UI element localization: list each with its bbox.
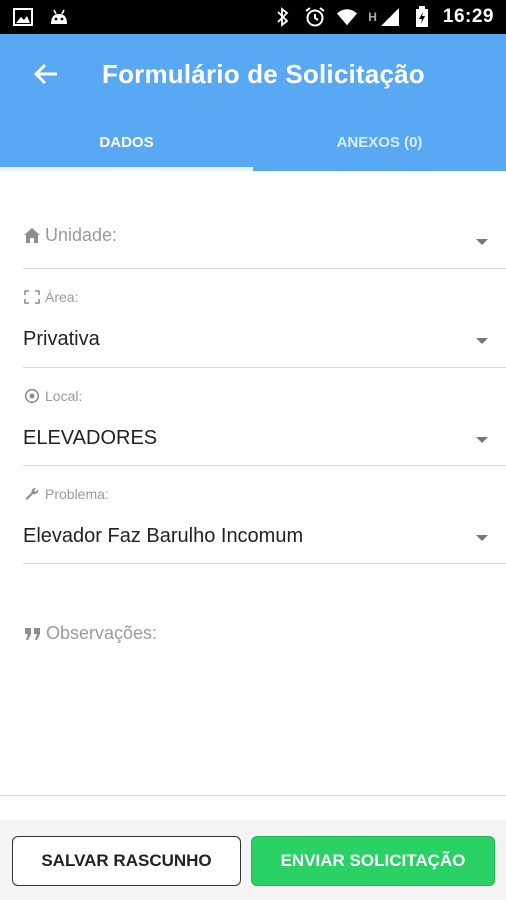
chevron-down-icon bbox=[476, 239, 488, 245]
app-bar: Formulário de Solicitação DADOS ANEXOS (… bbox=[0, 34, 506, 171]
chevron-down-icon bbox=[476, 338, 488, 344]
tab-anexos[interactable]: ANEXOS (0) bbox=[253, 114, 506, 171]
send-request-button[interactable]: ENVIAR SOLICITAÇÃO bbox=[251, 836, 495, 886]
tab-dados[interactable]: DADOS bbox=[0, 114, 253, 171]
problema-select[interactable]: Problema: Elevador Faz Barulho Incomum bbox=[23, 485, 506, 564]
battery-icon bbox=[411, 6, 433, 28]
wifi-icon bbox=[336, 6, 358, 28]
chevron-down-icon bbox=[476, 437, 488, 443]
bluetooth-icon bbox=[272, 6, 294, 28]
chevron-down-icon bbox=[476, 535, 488, 541]
clock: 16:29 bbox=[442, 6, 494, 27]
save-draft-button[interactable]: SALVAR RASCUNHO bbox=[12, 836, 241, 886]
local-select[interactable]: Local: ELEVADORES bbox=[23, 387, 506, 466]
problema-value: Elevador Faz Barulho Incomum bbox=[23, 525, 304, 547]
expand-icon bbox=[23, 288, 41, 306]
local-label: Local: bbox=[45, 388, 83, 404]
tab-bar: DADOS ANEXOS (0) bbox=[0, 114, 506, 171]
quote-icon bbox=[23, 625, 43, 643]
unidade-select[interactable]: Unidade: bbox=[23, 225, 506, 269]
status-bar: H 16:29 bbox=[0, 0, 506, 34]
observacoes-field[interactable]: Observações: bbox=[23, 623, 157, 644]
alarm-icon bbox=[304, 6, 326, 28]
observacoes-label: Observações: bbox=[46, 623, 158, 643]
home-icon bbox=[23, 227, 41, 245]
arrow-left-icon[interactable] bbox=[30, 58, 62, 90]
local-value: ELEVADORES bbox=[23, 427, 158, 449]
page-title: Formulário de Solicitação bbox=[102, 58, 425, 89]
area-select[interactable]: Área: Privativa bbox=[23, 288, 506, 368]
image-icon bbox=[12, 6, 34, 28]
area-label: Área: bbox=[45, 289, 79, 305]
location-icon bbox=[23, 387, 41, 405]
unidade-label: Unidade: bbox=[45, 225, 118, 245]
problema-label: Problema: bbox=[45, 486, 109, 502]
active-tab-indicator bbox=[0, 167, 253, 171]
android-icon bbox=[48, 6, 70, 28]
observacoes-divider bbox=[0, 795, 506, 796]
network-type-label: H bbox=[368, 10, 377, 24]
wrench-icon bbox=[23, 485, 41, 503]
action-bar: SALVAR RASCUNHO ENVIAR SOLICITAÇÃO bbox=[0, 820, 506, 900]
signal-icon bbox=[379, 6, 401, 28]
area-value: Privativa bbox=[23, 328, 100, 350]
